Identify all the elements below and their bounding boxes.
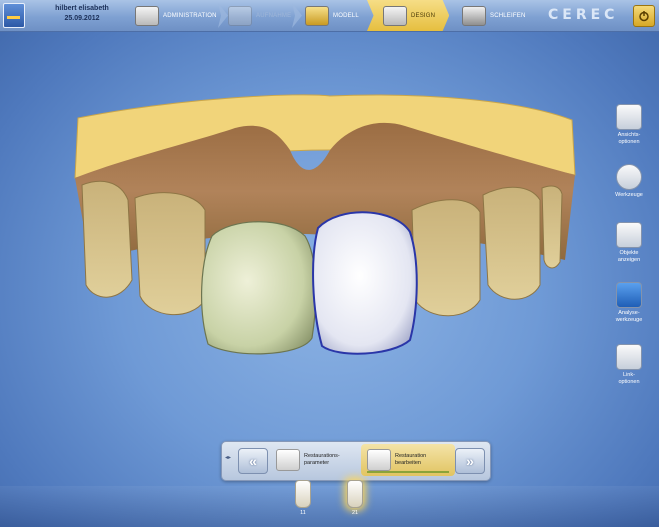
link-teeth-icon bbox=[616, 344, 642, 370]
step-administration[interactable]: ADMINISTRATION bbox=[135, 0, 217, 31]
step-separator bbox=[292, 3, 302, 28]
tooth-22 bbox=[411, 199, 481, 317]
cerec-logo: CEREC bbox=[548, 7, 619, 23]
step-acquisition: AUFNAHME bbox=[228, 0, 291, 31]
previous-phase-button[interactable]: « bbox=[238, 448, 268, 474]
power-icon bbox=[639, 11, 649, 22]
phase-restoration-edit[interactable]: Restauration bearbeiten bbox=[361, 444, 455, 476]
phase-restoration-parameters[interactable]: Restaurations- parameter bbox=[276, 444, 340, 476]
step-design-label: DESIGN bbox=[411, 12, 436, 19]
step-grind[interactable]: SCHLEIFEN bbox=[462, 0, 525, 31]
crown-21[interactable] bbox=[312, 211, 418, 355]
patient-date: 25.09.2012 bbox=[64, 15, 100, 22]
acquisition-icon bbox=[228, 5, 252, 26]
view-options-label: Ansichts- optionen bbox=[617, 132, 641, 145]
restoration-edit-icon bbox=[367, 449, 391, 471]
link-options-label: Link- optionen bbox=[618, 372, 640, 385]
tooth-number: 11 bbox=[300, 510, 306, 516]
analysis-tools-label: Analyse- werkzeuge bbox=[615, 310, 643, 323]
tooth-select-21[interactable]: 21 bbox=[344, 480, 366, 516]
phase-bar: ◂▸ « Restaurations- parameter Restaurati… bbox=[221, 441, 491, 481]
step-design[interactable]: DESIGN bbox=[367, 0, 450, 31]
patient-info: hilbert elisabeth 25.09.2012 bbox=[48, 4, 116, 24]
show-objects-label: Objekte anzeigen bbox=[617, 250, 641, 263]
analysis-tools-button[interactable]: Analyse- werkzeuge bbox=[600, 282, 658, 324]
top-bar: hilbert elisabeth 25.09.2012 ADMINISTRAT… bbox=[0, 0, 659, 32]
step-grind-label: SCHLEIFEN bbox=[490, 12, 526, 19]
patient-name: hilbert elisabeth bbox=[55, 5, 109, 12]
3d-model-viewport[interactable] bbox=[0, 31, 659, 461]
next-phase-button[interactable]: » bbox=[455, 448, 485, 474]
tooth-selection-strip bbox=[0, 486, 659, 527]
exit-button[interactable] bbox=[633, 5, 655, 27]
tooth-13 bbox=[81, 180, 133, 298]
double-chevron-right-icon: » bbox=[466, 453, 474, 469]
tools-button[interactable]: Werkzeuge bbox=[600, 164, 658, 199]
step-separator bbox=[218, 3, 228, 28]
step-model[interactable]: MODELL bbox=[305, 0, 359, 31]
milling-machine-icon bbox=[462, 5, 486, 26]
restoration-parameters-label: Restaurations- parameter bbox=[304, 453, 340, 466]
objects-icon bbox=[616, 222, 642, 248]
app-menu-icon[interactable] bbox=[3, 3, 25, 28]
restoration-parameters-icon bbox=[276, 449, 300, 471]
restoration-edit-label: Restauration bearbeiten bbox=[395, 453, 427, 466]
step-acquisition-label: AUFNAHME bbox=[256, 12, 292, 19]
tooth-24 bbox=[541, 185, 563, 269]
tooth-select-11[interactable]: 11 bbox=[292, 480, 314, 516]
tooth-12 bbox=[134, 192, 206, 315]
step-model-label: MODELL bbox=[333, 12, 359, 19]
tooth-icon bbox=[295, 480, 311, 508]
crown-11[interactable] bbox=[201, 221, 317, 355]
tools-label: Werkzeuge bbox=[615, 192, 643, 198]
analysis-icon bbox=[616, 282, 642, 308]
tooth-23 bbox=[482, 186, 541, 300]
tooth-icon bbox=[347, 480, 363, 508]
design-icon bbox=[383, 5, 407, 26]
tooth-number: 21 bbox=[351, 510, 359, 516]
collapse-toggle[interactable]: ◂▸ bbox=[225, 454, 231, 461]
show-objects-button[interactable]: Objekte anzeigen bbox=[600, 222, 658, 264]
tools-ring-icon bbox=[616, 164, 642, 190]
administration-icon bbox=[135, 5, 159, 26]
view-options-button[interactable]: Ansichts- optionen bbox=[600, 104, 658, 146]
link-options-button[interactable]: Link- optionen bbox=[600, 344, 658, 386]
double-chevron-left-icon: « bbox=[249, 453, 257, 469]
cube-icon bbox=[616, 104, 642, 130]
step-administration-label: ADMINISTRATION bbox=[163, 12, 217, 19]
model-icon bbox=[305, 5, 329, 26]
